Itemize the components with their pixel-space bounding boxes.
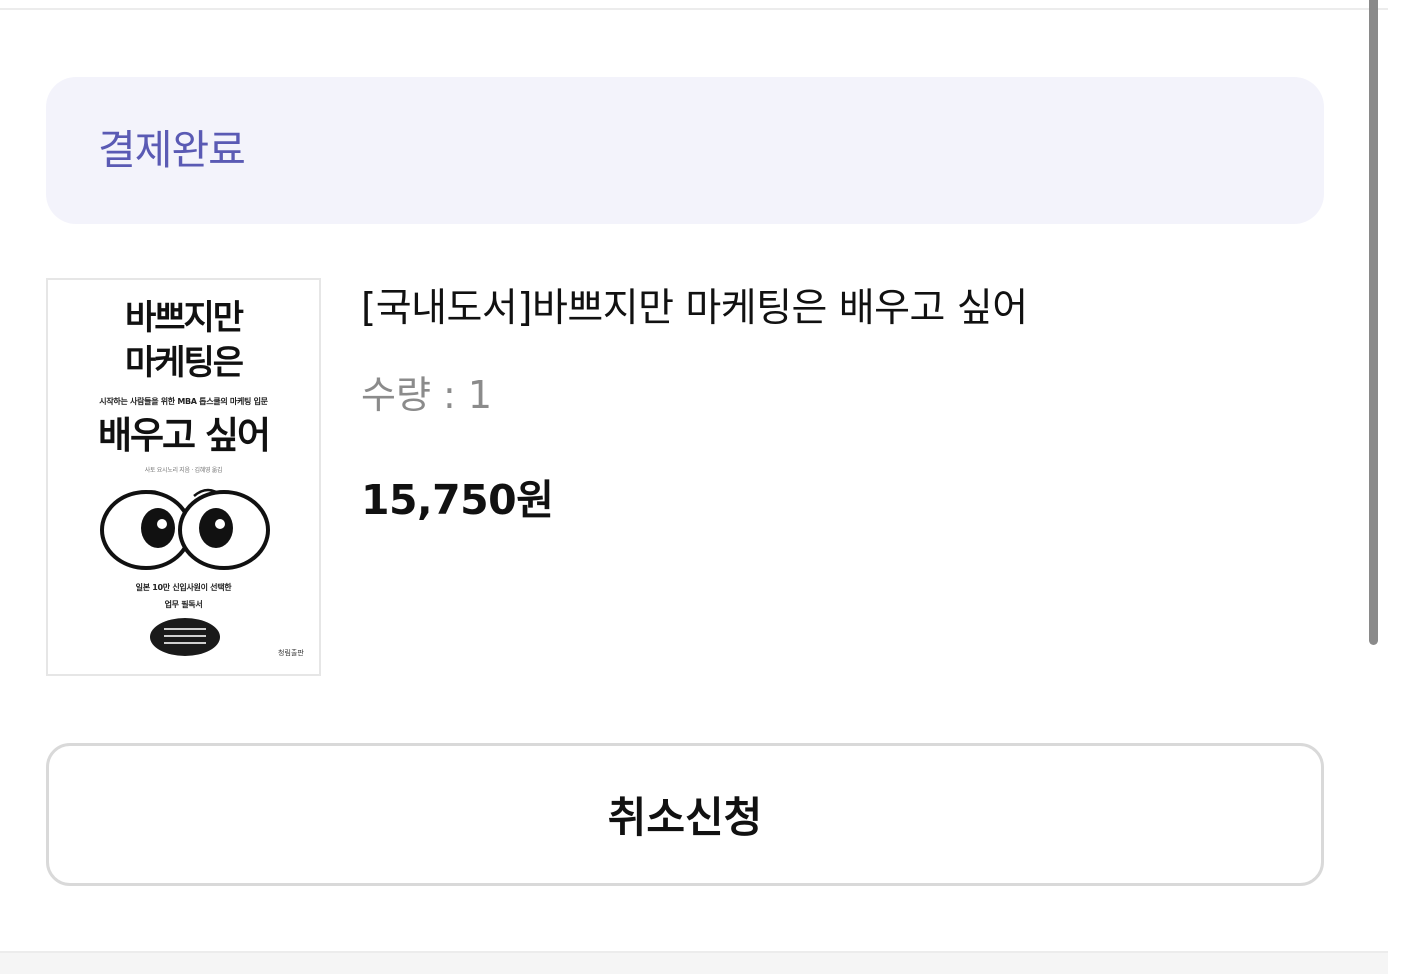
order-status-banner: 결제완료	[46, 77, 1324, 224]
book-cover-image[interactable]: 바쁘지만 마케팅은 시작하는 사람들을 위한 MBA 톱스쿨의 마케팅 입문 배…	[46, 278, 321, 676]
cancel-request-label: 취소신청	[607, 793, 763, 842]
cover-eyes-illustration	[100, 488, 270, 570]
cover-tagline-2: 업무 필독서	[164, 600, 203, 609]
cover-title-line2: 마케팅은	[124, 343, 244, 383]
cover-title-line1: 바쁘지만	[124, 298, 244, 338]
product-quantity: 수량 : 1	[361, 373, 493, 417]
order-item-page: 결제완료 바쁘지만 마케팅은 시작하는 사람들을 위한 MBA 톱스쿨의 마케팅…	[0, 0, 1408, 974]
bottom-divider	[0, 951, 1388, 974]
cover-tagline-1: 일본 10만 신입사원이 선택한	[135, 583, 232, 592]
badge-text-line	[164, 635, 206, 637]
vertical-scrollbar[interactable]	[1369, 0, 1378, 645]
cover-publisher-logo: 청림출판	[278, 649, 304, 657]
cover-author: 사토 요시노리 지음 · 김혜영 옮김	[144, 467, 223, 474]
order-status-label: 결제완료	[98, 126, 246, 174]
cover-bestseller-badge	[150, 618, 220, 656]
cancel-request-button[interactable]: 취소신청	[46, 743, 1324, 886]
product-price: 15,750원	[361, 476, 554, 524]
cover-title-line3: 배우고 싶어	[97, 414, 271, 457]
product-title[interactable]: [국내도서]바쁘지만 마케팅은 배우고 싶어	[361, 286, 1028, 332]
badge-text-line	[164, 642, 206, 644]
badge-text-line	[164, 628, 206, 630]
top-divider	[0, 8, 1388, 10]
cover-subtitle: 시작하는 사람들을 위한 MBA 톱스쿨의 마케팅 입문	[99, 397, 268, 406]
